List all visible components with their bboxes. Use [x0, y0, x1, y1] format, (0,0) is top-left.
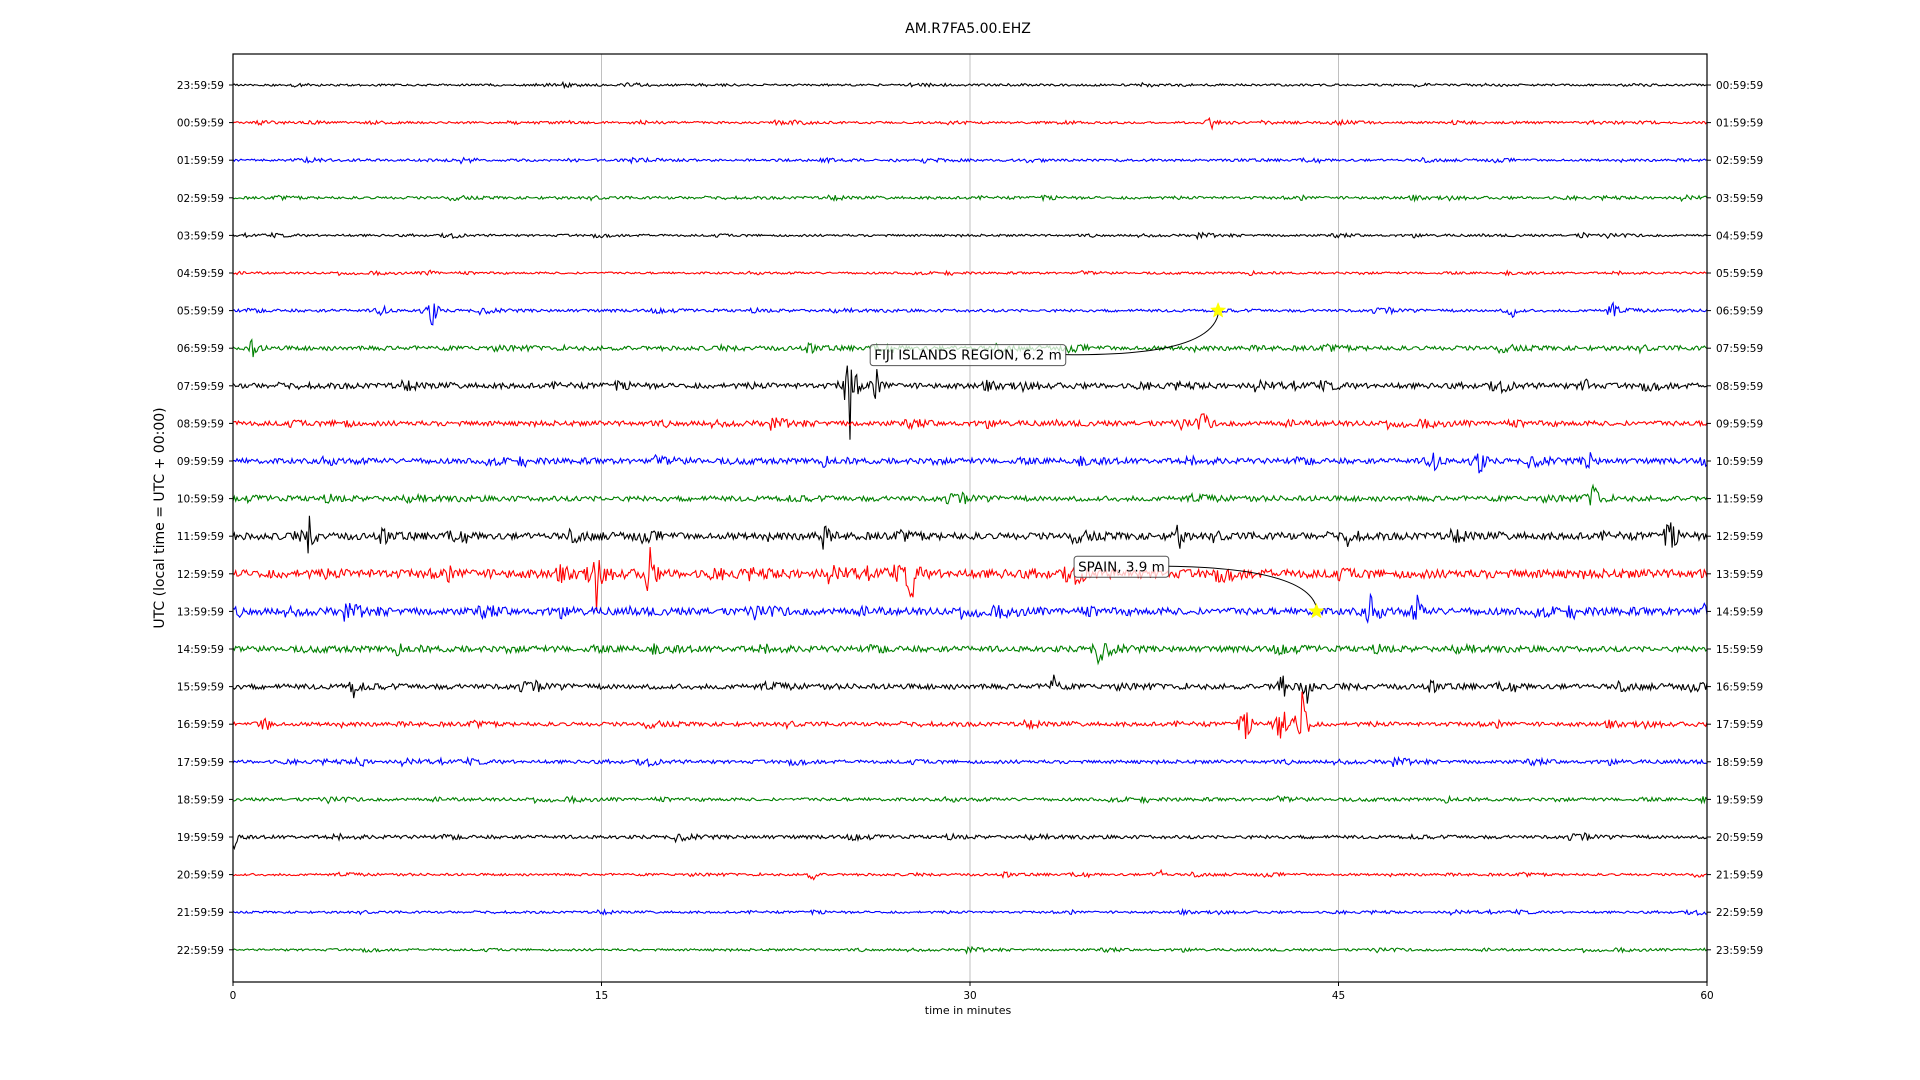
- right-tick-label: 21:59:59: [1716, 870, 1763, 882]
- x-tick-label: 30: [963, 990, 976, 1002]
- right-tick-label: 17:59:59: [1716, 719, 1763, 731]
- right-tick-label: 19:59:59: [1716, 794, 1763, 806]
- right-tick-label: 23:59:59: [1716, 945, 1763, 957]
- chart-title: AM.R7FA5.00.EHZ: [905, 21, 1031, 37]
- x-tick-label: 45: [1332, 990, 1345, 1002]
- right-tick-label: 04:59:59: [1716, 230, 1763, 242]
- event-label: FIJI ISLANDS REGION, 6.2 m: [874, 348, 1062, 364]
- left-tick-label: 12:59:59: [177, 569, 224, 581]
- right-tick-label: 11:59:59: [1716, 494, 1763, 506]
- x-tick-label: 0: [230, 990, 237, 1002]
- right-tick-label: 16:59:59: [1716, 682, 1763, 694]
- left-tick-label: 03:59:59: [177, 230, 224, 242]
- right-tick-label: 07:59:59: [1716, 343, 1763, 355]
- left-tick-label: 02:59:59: [177, 193, 224, 205]
- left-tick-label: 00:59:59: [177, 118, 224, 130]
- left-tick-label: 23:59:59: [177, 80, 224, 92]
- left-tick-label: 11:59:59: [177, 531, 224, 543]
- x-tick-label: 60: [1700, 990, 1713, 1002]
- left-tick-label: 20:59:59: [177, 870, 224, 882]
- event-label: SPAIN, 3.9 m: [1078, 559, 1165, 575]
- right-tick-label: 20:59:59: [1716, 832, 1763, 844]
- right-tick-label: 02:59:59: [1716, 155, 1763, 167]
- left-tick-label: 14:59:59: [177, 644, 224, 656]
- left-tick-label: 13:59:59: [177, 606, 224, 618]
- x-tick-label: 15: [595, 990, 608, 1002]
- left-tick-label: 16:59:59: [177, 719, 224, 731]
- left-tick-label: 21:59:59: [177, 907, 224, 919]
- left-tick-label: 04:59:59: [177, 268, 224, 280]
- left-tick-label: 09:59:59: [177, 456, 224, 468]
- right-tick-label: 01:59:59: [1716, 118, 1763, 130]
- right-tick-label: 06:59:59: [1716, 306, 1763, 318]
- right-tick-label: 05:59:59: [1716, 268, 1763, 280]
- left-tick-label: 08:59:59: [177, 418, 224, 430]
- right-tick-label: 10:59:59: [1716, 456, 1763, 468]
- right-tick-label: 08:59:59: [1716, 381, 1763, 393]
- right-tick-label: 13:59:59: [1716, 569, 1763, 581]
- right-tick-label: 22:59:59: [1716, 907, 1763, 919]
- left-tick-label: 18:59:59: [177, 794, 224, 806]
- right-tick-label: 15:59:59: [1716, 644, 1763, 656]
- right-tick-label: 03:59:59: [1716, 193, 1763, 205]
- right-tick-label: 00:59:59: [1716, 80, 1763, 92]
- x-axis-label: time in minutes: [925, 1004, 1012, 1017]
- left-tick-label: 01:59:59: [177, 155, 224, 167]
- left-tick-label: 22:59:59: [177, 945, 224, 957]
- left-tick-label: 05:59:59: [177, 306, 224, 318]
- seismogram-figure: AM.R7FA5.00.EHZ FIJI ISLANDS REGION, 6.2…: [0, 0, 1920, 1080]
- right-tick-label: 14:59:59: [1716, 606, 1763, 618]
- y-axis-label: UTC (local time = UTC + 00:00): [152, 407, 168, 628]
- right-tick-label: 18:59:59: [1716, 757, 1763, 769]
- left-tick-label: 15:59:59: [177, 682, 224, 694]
- left-tick-label: 07:59:59: [177, 381, 224, 393]
- left-tick-label: 06:59:59: [177, 343, 224, 355]
- right-tick-label: 12:59:59: [1716, 531, 1763, 543]
- left-tick-label: 19:59:59: [177, 832, 224, 844]
- left-tick-label: 10:59:59: [177, 494, 224, 506]
- right-tick-label: 09:59:59: [1716, 418, 1763, 430]
- left-tick-label: 17:59:59: [177, 757, 224, 769]
